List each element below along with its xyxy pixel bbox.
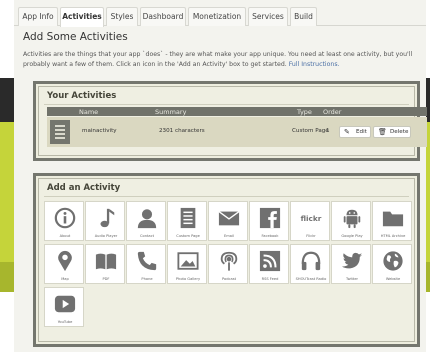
activities-table-header: Name Summary Type Order [47, 107, 427, 116]
facebook-icon [259, 207, 281, 229]
svg-text:flickr: flickr [301, 214, 322, 223]
column-header-order: Order [323, 108, 342, 116]
document-icon [50, 120, 70, 144]
add-custom-page-tile[interactable]: Custom Page [167, 201, 207, 241]
column-header-name: Name [79, 108, 99, 116]
phone-icon [137, 251, 157, 271]
tab-activities[interactable]: Activities [60, 7, 104, 27]
book-icon [95, 253, 117, 270]
your-activities-title: Your Activities [47, 91, 117, 101]
page-description: Activities are the things that your app … [23, 50, 428, 70]
activity-name: mainactivity [82, 128, 117, 134]
add-pdf-tile[interactable]: PDF [85, 244, 125, 284]
add-audio-player-tile[interactable]: Audio Player [85, 201, 125, 241]
add-phone-tile[interactable]: Phone [126, 244, 166, 284]
add-flickr-tile[interactable]: flickr Flickr [290, 201, 330, 241]
add-facebook-tile[interactable]: Facebook [249, 201, 289, 241]
divider [44, 196, 409, 197]
tab-dashboard[interactable]: Dashboard [140, 7, 186, 26]
info-icon [54, 207, 76, 229]
your-activities-panel: Your Activities Name Summary Type Order … [33, 81, 427, 161]
tab-app-info[interactable]: App Info [18, 7, 58, 26]
add-contact-tile[interactable]: Contact [126, 201, 166, 241]
tab-services[interactable]: Services [248, 7, 288, 26]
tab-styles[interactable]: Styles [106, 7, 138, 26]
delete-button[interactable]: 🗑 Delete [373, 126, 411, 138]
add-email-tile[interactable]: Email [208, 201, 248, 241]
add-youtube-tile[interactable]: YouTube [44, 287, 84, 327]
table-row: mainactivity 2301 characters Custom Page… [47, 117, 427, 147]
youtube-icon [54, 295, 76, 313]
tab-build[interactable]: Build [290, 7, 317, 26]
page-title: Add Some Activities [23, 31, 128, 43]
flickr-icon: flickr [301, 214, 322, 223]
add-twitter-tile[interactable]: Twitter [331, 244, 371, 284]
map-pin-icon [58, 250, 72, 272]
podcast-icon [220, 251, 238, 271]
divider [44, 104, 409, 105]
trash-icon: 🗑 [378, 128, 387, 136]
instructions-link[interactable]: Full Instructions. [289, 61, 340, 68]
edit-button[interactable]: ✎ Edit [339, 126, 371, 138]
android-icon [343, 209, 361, 229]
envelope-icon [218, 211, 240, 226]
headphones-icon [301, 251, 321, 271]
tab-monetization[interactable]: Monetization [188, 7, 246, 26]
add-about-tile[interactable]: About [44, 201, 84, 241]
add-activity-panel: Add an Activity About Audio Player Conta… [33, 173, 420, 347]
add-map-tile[interactable]: Map [44, 244, 84, 284]
add-google-play-tile[interactable]: Google Play [331, 201, 371, 241]
add-photo-gallery-tile[interactable]: Photo Gallery [167, 244, 207, 284]
person-icon [137, 209, 157, 229]
globe-icon [383, 251, 403, 271]
add-rss-feed-tile[interactable]: RSS Feed [249, 244, 289, 284]
music-note-icon [100, 208, 115, 228]
document-icon [180, 207, 196, 229]
tab-bar: App Info Activities Styles Dashboard Mon… [14, 4, 426, 27]
add-activity-title: Add an Activity [47, 183, 121, 193]
add-html-archive-tile[interactable]: HTML Archive [372, 201, 412, 241]
column-header-summary: Summary [155, 108, 187, 116]
add-shoutcast-radio-tile[interactable]: SHOUTcast Radio [290, 244, 330, 284]
activity-summary: 2301 characters [159, 128, 205, 134]
activity-order: 1 [326, 128, 330, 134]
folder-icon [382, 211, 404, 227]
column-header-type: Type [297, 108, 312, 116]
app-builder-window: App Info Activities Styles Dashboard Mon… [14, 0, 428, 352]
image-icon [177, 252, 199, 270]
add-website-tile[interactable]: Website [372, 244, 412, 284]
pencil-icon: ✎ [344, 128, 350, 136]
rss-icon [259, 250, 281, 272]
add-podcast-tile[interactable]: Podcast [208, 244, 248, 284]
twitter-bird-icon [341, 252, 363, 269]
description-text: Activities are the things that your app … [23, 51, 413, 68]
activity-type: Custom Page [292, 128, 329, 134]
